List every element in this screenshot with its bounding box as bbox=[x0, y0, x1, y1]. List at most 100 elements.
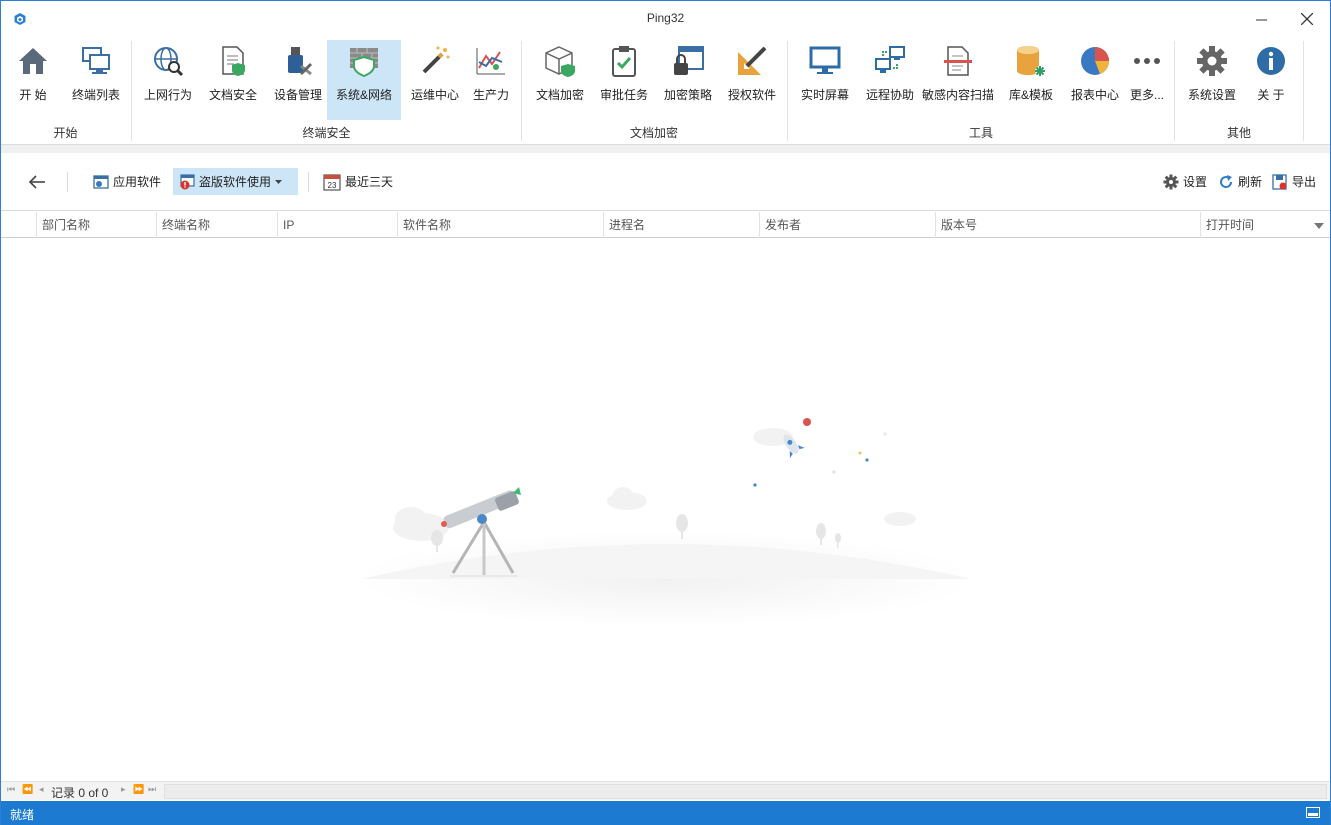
ribbon-button-sensitive-scan[interactable]: 敏感内容扫描 bbox=[920, 40, 996, 120]
empty-state-illustration bbox=[356, 418, 976, 627]
ribbon-gap bbox=[1, 145, 1330, 153]
ribbon-button-report-center[interactable]: 报表中心 bbox=[1065, 40, 1125, 120]
settings-label: 设置 bbox=[1183, 175, 1208, 189]
back-button[interactable] bbox=[21, 168, 53, 195]
refresh-label: 刷新 bbox=[1238, 175, 1263, 189]
remote-icon bbox=[875, 46, 905, 73]
gear-icon bbox=[1163, 174, 1179, 189]
ribbon-button-label: 上网行为 bbox=[143, 88, 192, 102]
grid-body-empty bbox=[1, 239, 1330, 781]
ribbon-button-remote-assist[interactable]: 远程协助 bbox=[860, 40, 920, 120]
status-panel-icon[interactable] bbox=[1306, 807, 1320, 818]
pirated-warning-icon bbox=[180, 173, 195, 189]
minimize-button[interactable] bbox=[1238, 1, 1284, 37]
pirated-software-button[interactable]: 盗版软件使用 bbox=[173, 168, 298, 195]
pie-chart-icon bbox=[1081, 47, 1109, 75]
ribbon-button-device-management[interactable]: 设备管理 bbox=[267, 40, 329, 120]
ribbon-button-label: 文档安全 bbox=[208, 88, 257, 102]
prev-group-button[interactable]: ⏪ bbox=[22, 784, 33, 795]
ribbon-button-label: 关 于 bbox=[1257, 88, 1285, 102]
ribbon-button-label: 报表中心 bbox=[1070, 88, 1119, 102]
app-window: Ping32 开 始 终端列表 开始 上网行为 文档安全 设备管理 系统&网络 … bbox=[0, 0, 1331, 825]
ribbon-button-productivity[interactable]: 生产力 bbox=[465, 40, 517, 120]
calendar-day-text: 23 bbox=[328, 181, 337, 190]
ribbon-button-about[interactable]: 关 于 bbox=[1245, 40, 1297, 120]
app-software-button[interactable]: 应用软件 bbox=[87, 168, 167, 195]
recent-days-label: 最近三天 bbox=[345, 175, 394, 189]
ribbon-button-label: 库&模板 bbox=[1008, 88, 1053, 102]
dropdown-arrow-icon bbox=[275, 179, 283, 184]
close-icon bbox=[1301, 13, 1313, 25]
ribbon-group-label: 其他 bbox=[1226, 126, 1251, 140]
ribbon-button-label: 敏感内容扫描 bbox=[921, 88, 994, 102]
refresh-icon bbox=[1220, 174, 1233, 188]
ribbon-button-label: 开 始 bbox=[19, 88, 47, 102]
calendar-icon: 23 bbox=[323, 173, 341, 191]
magic-wand-icon bbox=[422, 46, 450, 74]
ribbon-button-label: 系统&网络 bbox=[335, 88, 392, 102]
refresh-button[interactable]: 刷新 bbox=[1212, 168, 1268, 195]
ribbon-button-approval-tasks[interactable]: 审批任务 bbox=[594, 40, 654, 120]
column-header-department[interactable]: 部门名称 bbox=[36, 212, 156, 238]
horizontal-scrollbar[interactable] bbox=[164, 784, 1327, 799]
app-software-label: 应用软件 bbox=[113, 175, 162, 189]
ribbon-button-realtime-screen[interactable]: 实时屏幕 bbox=[794, 40, 856, 120]
close-button[interactable] bbox=[1284, 1, 1330, 37]
ribbon-separator bbox=[1303, 41, 1304, 141]
toolbar: 应用软件 盗版软件使用 23 最近三天 设置 刷新 导出 bbox=[1, 153, 1330, 211]
ribbon-group-start: 开 始 终端列表 开始 bbox=[1, 37, 130, 145]
column-header-software[interactable]: 软件名称 bbox=[397, 212, 603, 238]
ribbon-button-system-network[interactable]: 系统&网络 bbox=[327, 40, 401, 120]
usb-tools-icon bbox=[288, 47, 313, 76]
database-icon bbox=[1017, 46, 1045, 76]
app-window-icon bbox=[93, 174, 109, 189]
ribbon-button-authorized-software[interactable]: 授权软件 bbox=[722, 40, 782, 120]
scan-doc-icon bbox=[944, 46, 972, 76]
ribbon-button-doc-security[interactable]: 文档安全 bbox=[202, 40, 264, 120]
screen-icon bbox=[809, 46, 841, 74]
settings-button[interactable]: 设置 bbox=[1157, 168, 1213, 195]
globe-search-icon bbox=[154, 47, 184, 77]
ribbon-group-tools: 实时屏幕 远程协助 敏感内容扫描 库&模板 报表中心 更多... 工具 bbox=[788, 37, 1174, 145]
ribbon-button-web-behavior[interactable]: 上网行为 bbox=[138, 40, 198, 120]
ribbon-group-label: 开始 bbox=[53, 126, 78, 140]
prev-page-button[interactable]: ◂ bbox=[39, 784, 44, 795]
ribbon-button-ops-center[interactable]: 运维中心 bbox=[404, 40, 466, 120]
clipboard-check-icon bbox=[612, 46, 636, 77]
ribbon-button-label: 生产力 bbox=[472, 88, 509, 102]
ribbon-button-encryption-policy[interactable]: 加密策略 bbox=[658, 40, 718, 120]
ribbon-button-system-settings[interactable]: 系统设置 bbox=[1181, 40, 1243, 120]
back-arrow-icon bbox=[28, 174, 45, 189]
lock-window-icon bbox=[674, 46, 704, 75]
ribbon-button-label: 文档加密 bbox=[535, 88, 584, 102]
gear-icon bbox=[1197, 46, 1227, 76]
next-page-button[interactable]: ▸ bbox=[121, 784, 126, 795]
column-header-terminal[interactable]: 终端名称 bbox=[156, 212, 277, 238]
column-header-process[interactable]: 进程名 bbox=[603, 212, 759, 238]
ribbon-button-doc-encrypt[interactable]: 文档加密 bbox=[530, 40, 590, 120]
toolbar-separator bbox=[308, 172, 309, 192]
next-group-button[interactable]: ⏩ bbox=[133, 784, 144, 795]
first-page-button[interactable]: ⏮ bbox=[7, 784, 15, 795]
ribbon-button-more[interactable]: 更多... bbox=[1125, 40, 1169, 120]
ribbon-button-label: 加密策略 bbox=[663, 88, 712, 102]
column-header-open-time[interactable]: 打开时间 bbox=[1200, 212, 1308, 238]
minimize-icon bbox=[1255, 19, 1267, 20]
monitors-icon bbox=[82, 47, 110, 74]
column-chooser-icon[interactable] bbox=[1314, 223, 1324, 229]
ruler-pencil-icon bbox=[738, 46, 767, 75]
ribbon: 开 始 终端列表 开始 上网行为 文档安全 设备管理 系统&网络 运维中心 生产… bbox=[1, 37, 1330, 145]
column-header-publisher[interactable]: 发布者 bbox=[759, 212, 935, 238]
ribbon-button-terminal-list[interactable]: 终端列表 bbox=[65, 40, 127, 120]
ribbon-button-start[interactable]: 开 始 bbox=[4, 40, 62, 120]
ribbon-group-label: 工具 bbox=[968, 126, 993, 140]
column-header-version[interactable]: 版本号 bbox=[935, 212, 1200, 238]
recent-three-days-button[interactable]: 23 最近三天 bbox=[317, 168, 399, 195]
status-bar: 就绪 bbox=[1, 801, 1330, 825]
ribbon-button-library-templates[interactable]: 库&模板 bbox=[1002, 40, 1060, 120]
ribbon-button-label: 设备管理 bbox=[273, 88, 322, 102]
doc-shield-icon bbox=[222, 46, 245, 76]
export-button[interactable]: 导出 bbox=[1266, 168, 1322, 195]
last-page-button[interactable]: ⏭ bbox=[148, 784, 156, 795]
column-header-ip[interactable]: IP bbox=[277, 212, 397, 238]
